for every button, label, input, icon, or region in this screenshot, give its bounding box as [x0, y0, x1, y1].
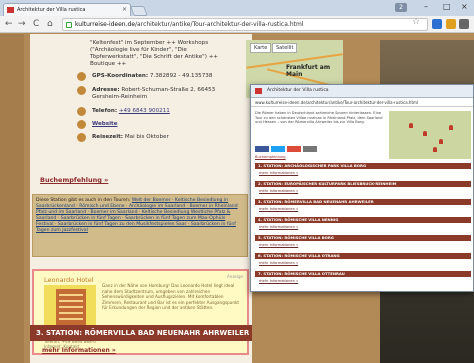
- website-link[interactable]: Website: [92, 121, 117, 127]
- screen: Architektur der Villa rustica × 2 – □ × …: [0, 0, 474, 363]
- popup-title-bar: Architektur der Villa rustica: [251, 85, 473, 98]
- map-marker-icon[interactable]: [409, 123, 413, 128]
- popup-side-link[interactable]: Buchempfehlung: [255, 155, 286, 159]
- season-icon: [77, 133, 86, 142]
- popup-station-3: 3. STATION: RÖMERVILLA BAD NEUENAHR AHRW…: [255, 199, 471, 205]
- popup-more-link[interactable]: mehr Informationen »: [259, 243, 298, 247]
- address-row: Adresse: Robert-Schuman-Straße 2, 66453: [92, 87, 216, 93]
- hotel-building: [56, 289, 86, 326]
- tab-close-icon[interactable]: ×: [122, 4, 127, 16]
- facebook-icon[interactable]: [255, 146, 269, 152]
- extension-icon[interactable]: [446, 19, 456, 29]
- bookmark-star-icon[interactable]: ☆: [412, 17, 420, 27]
- popup-station-7: 7. STATION: RÖMISCHE VILLA OTTENRAU: [255, 271, 471, 277]
- close-button[interactable]: ×: [461, 2, 468, 12]
- popup-intro: Die Römer haben in Deutschland zahlreich…: [255, 111, 383, 125]
- lock-icon: [66, 22, 72, 28]
- popup-station-1: 1. STATION: ARCHÄOLOGISCHER PARK VILLA B…: [255, 163, 471, 169]
- tours-box: Diese Station gibt es auch in den Touren…: [32, 194, 248, 257]
- twitter-icon[interactable]: [271, 146, 285, 152]
- popup-body: Die Römer haben in Deutschland zahlreich…: [251, 107, 473, 292]
- share-buttons: [255, 137, 319, 152]
- popup-more-link[interactable]: mehr Informationen »: [259, 261, 298, 265]
- more-info-link[interactable]: mehr Informationen »: [42, 347, 116, 354]
- tab-title: Architektur der Villa rustica: [17, 7, 86, 13]
- map-marker-icon[interactable]: [433, 147, 437, 152]
- map-marker-icon[interactable]: [439, 139, 443, 144]
- phone-row: Telefon: +49 6843 900211: [92, 108, 170, 114]
- profile-badge[interactable]: 2: [395, 3, 407, 12]
- website-row: Website: [92, 121, 242, 128]
- home-button[interactable]: ⌂: [47, 18, 53, 30]
- address-city: Gersheim-Reinheim: [92, 94, 148, 100]
- popup-more-link[interactable]: mehr Informationen »: [259, 207, 298, 211]
- info-line: ("Archäologie live für Kinder", "Die: [90, 47, 187, 53]
- popup-title: Architektur der Villa rustica: [267, 88, 329, 93]
- ad-label: Anzeige: [227, 274, 243, 279]
- share-icon[interactable]: [303, 146, 317, 152]
- popup-window[interactable]: Architektur der Villa rustica www.kultur…: [250, 84, 474, 292]
- popup-more-link[interactable]: mehr Informationen »: [259, 279, 298, 283]
- menu-icon[interactable]: [459, 19, 469, 29]
- map-marker-icon[interactable]: [449, 125, 453, 130]
- favicon-icon: [255, 88, 262, 94]
- tours-links[interactable]: Welt der Boemer · Keltische Besiedlung i…: [36, 198, 238, 233]
- back-button[interactable]: ←: [5, 18, 13, 30]
- google-plus-icon[interactable]: [287, 146, 301, 152]
- map-tab-satellit[interactable]: Satellit: [272, 43, 298, 53]
- url-domain: kulturreise-ideen.de: [75, 21, 136, 28]
- map-city-label: Frankfurt am Main: [286, 64, 331, 78]
- popup-more-link[interactable]: mehr Informationen »: [259, 171, 298, 175]
- popup-more-link[interactable]: mehr Informationen »: [259, 225, 298, 229]
- info-text: "Keltenfest" im September ++ Workshops (…: [90, 40, 240, 68]
- phone-icon: [77, 107, 86, 116]
- tours-intro: Diese Station gibt es auch in den Touren…: [36, 198, 131, 203]
- minimize-button[interactable]: –: [424, 2, 428, 12]
- book-recommendation-link[interactable]: Buchempfehlung »: [40, 176, 108, 184]
- gps-row: GPS-Koordinaten: 7.382892 - 49.135738: [92, 73, 213, 79]
- popup-address-bar[interactable]: www.kulturreise-ideen.de/architektur/ant…: [251, 98, 473, 107]
- maximize-button[interactable]: □: [443, 2, 451, 12]
- map-marker-icon[interactable]: [423, 131, 427, 136]
- browser-toolbar: ← → C ⌂ kulturreise-ideen.de/architektur…: [0, 16, 474, 33]
- info-line: Töpferwerkstatt", "Die Schrift der Antik…: [90, 54, 219, 60]
- url-path: /architektur/antike/Tour-architektur-der…: [135, 21, 304, 28]
- hotel-ad[interactable]: Anzeige Leonardo Hotel Ganz in der Nähe …: [32, 269, 249, 355]
- popup-station-6: 6. STATION: RÖMISCHE VILLA OTRANG: [255, 253, 471, 259]
- popup-map[interactable]: [389, 111, 471, 159]
- map-tab-karte[interactable]: Karte: [250, 43, 272, 53]
- forward-button[interactable]: →: [18, 18, 26, 30]
- new-tab-button[interactable]: [130, 6, 148, 16]
- address-bar[interactable]: kulturreise-ideen.de/architektur/antike/…: [62, 18, 428, 31]
- favicon-icon: [7, 7, 14, 13]
- title-bar: Architektur der Villa rustica × 2 – □ ×: [0, 0, 474, 16]
- popup-station-4: 4. STATION: RÖMISCHE VILLA NENNIG: [255, 217, 471, 223]
- hotel-description: Ganz in der Nähe von Homburg! Das Leonar…: [102, 283, 240, 310]
- popup-more-link[interactable]: mehr Informationen »: [259, 189, 298, 193]
- extension-icon[interactable]: [432, 19, 442, 29]
- page-left-border: [0, 34, 24, 363]
- hotel-title[interactable]: Leonardo Hotel: [44, 276, 94, 284]
- gps-icon: [77, 72, 86, 81]
- address-icon: [77, 86, 86, 95]
- reload-button[interactable]: C: [33, 18, 39, 30]
- website-icon: [77, 120, 86, 129]
- station-3-heading: 3. STATION: RÖMERVILLA BAD NEUENAHR AHRW…: [30, 325, 252, 341]
- browser-tab[interactable]: Architektur der Villa rustica ×: [3, 3, 131, 16]
- phone-link[interactable]: +49 6843 900211: [119, 108, 170, 114]
- season-row: Reisezeit: Mai bis Oktober: [92, 134, 169, 140]
- info-line: Boutique ++: [90, 61, 127, 67]
- popup-station-5: 5. STATION: RÖMISCHE VILLA BORG: [255, 235, 471, 241]
- popup-station-2: 2. STATION: EUROPÄISCHER KULTURPARK BLIE…: [255, 181, 471, 187]
- info-line: "Keltenfest" im September ++ Workshops: [90, 40, 209, 46]
